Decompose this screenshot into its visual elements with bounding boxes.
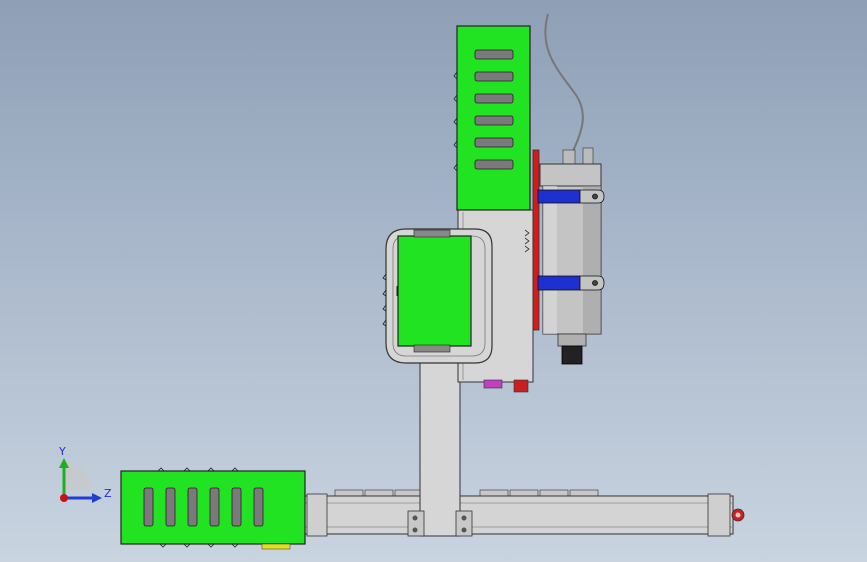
- triad-origin: [60, 494, 68, 502]
- base-rail[interactable]: [292, 489, 745, 537]
- orientation-triad: Y Z: [58, 445, 112, 503]
- base-motor-housing[interactable]: [120, 467, 306, 550]
- upper-motor-housing[interactable]: [453, 25, 531, 211]
- z-axis-label: Z: [104, 487, 112, 500]
- cad-viewport[interactable]: Y Z: [0, 0, 867, 562]
- spindle-mount-plate: [532, 149, 540, 331]
- collet: [561, 345, 583, 365]
- spindle-motor[interactable]: [539, 13, 602, 365]
- carriage-fitting: [483, 379, 503, 389]
- y-axis-label: Y: [58, 445, 66, 458]
- cad-model-view[interactable]: Y Z: [0, 0, 867, 562]
